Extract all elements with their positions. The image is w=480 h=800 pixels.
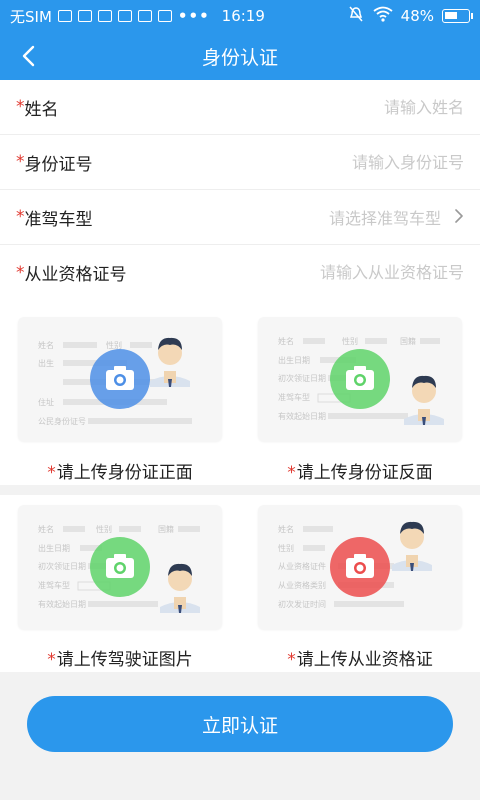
- card-field-text: 从业资格类别: [278, 580, 326, 590]
- card-field-text: 住址: [38, 397, 54, 407]
- status-right: 48%: [347, 6, 473, 26]
- id-number-row: * 身份证号: [0, 135, 480, 190]
- chevron-right-icon: [455, 208, 464, 227]
- upload-row-1: 姓名 性别 出生 住址 公民身份证号 *请上传身份证正面 姓名 性别 国籍 出生…: [0, 300, 480, 485]
- submit-verification-button[interactable]: 立即认证: [27, 696, 453, 752]
- camera-icon: [90, 537, 150, 597]
- camera-icon: [90, 349, 150, 409]
- id-number-label: 身份证号: [24, 154, 93, 175]
- required-mark: *: [16, 152, 25, 172]
- card-field-text: 国籍: [158, 524, 174, 534]
- required-mark: *: [287, 650, 296, 670]
- name-input[interactable]: [244, 97, 464, 117]
- id-front-label: *请上传身份证正面: [0, 458, 240, 483]
- app-icon: [137, 10, 152, 22]
- id-front-text: 请上传身份证正面: [56, 463, 193, 483]
- id-back-card[interactable]: 姓名 性别 国籍 出生日期 初次领证日期 准驾车型 有效起始日期: [258, 317, 462, 441]
- id-front-card[interactable]: 姓名 性别 出生 住址 公民身份证号: [18, 317, 222, 441]
- card-field-text: 准驾车型: [38, 580, 70, 590]
- person-avatar: [404, 375, 444, 425]
- usb-icon: [57, 10, 72, 22]
- page-title: 身份认证: [201, 46, 278, 69]
- vehicle-class-row[interactable]: * 准驾车型 请选择准驾车型: [0, 190, 480, 245]
- card-field-text: 姓名: [38, 340, 54, 350]
- card-field-text: 出生日期: [38, 543, 70, 553]
- required-mark: *: [16, 262, 25, 283]
- qualification-illustration: 姓名 性别 从业资格证件 从业资格类别 初次发证时间: [278, 521, 432, 609]
- upload-row-2: 姓名 性别 国籍 出生日期 初次领证日期 准驾车型 有效起始日期 *请上传驾驶证…: [0, 495, 480, 672]
- status-left: 无SIM ••• 16:19: [10, 6, 265, 27]
- id-front-illustration: 姓名 性别 出生 住址 公民身份证号: [38, 337, 192, 426]
- person-avatar: [160, 563, 200, 613]
- qualification-upload[interactable]: 姓名 性别 从业资格证件 从业资格类别 初次发证时间 *请上传从业资格证: [240, 495, 480, 672]
- name-row: * 姓名: [0, 80, 480, 135]
- card-field-text: 准驾车型: [278, 392, 310, 402]
- card-field-text: 出生日期: [278, 355, 310, 365]
- carrier-label: 无SIM: [10, 7, 52, 26]
- card-field-text: 性别: [342, 336, 358, 346]
- id-back-label: *请上传身份证反面: [240, 458, 480, 483]
- message-icon: [117, 10, 132, 22]
- id-number-input[interactable]: [244, 152, 464, 172]
- required-mark: *: [16, 97, 25, 117]
- more-notifications-icon: •••: [177, 7, 210, 25]
- id-front-upload[interactable]: 姓名 性别 出生 住址 公民身份证号 *请上传身份证正面: [0, 300, 240, 485]
- qualification-label: *请上传从业资格证: [240, 645, 480, 670]
- card-field-text: 初次领证日期: [278, 373, 326, 383]
- id-back-illustration: 姓名 性别 国籍 出生日期 初次领证日期 准驾车型 有效起始日期: [278, 336, 444, 425]
- required-mark: *: [287, 463, 296, 483]
- card-field-text: 从业资格证件: [278, 561, 326, 571]
- driving-license-upload[interactable]: 姓名 性别 国籍 出生日期 初次领证日期 准驾车型 有效起始日期 *请上传驾驶证…: [0, 495, 240, 672]
- vehicle-class-select[interactable]: 请选择准驾车型: [329, 205, 464, 229]
- mail-icon: [97, 10, 112, 22]
- action-area: 立即认证: [0, 672, 480, 800]
- camera-icon: [330, 349, 390, 409]
- qualification-text: 请上传从业资格证: [296, 650, 433, 670]
- card-field-text: 公民身份证号: [38, 416, 86, 426]
- card-field-text: 有效起始日期: [278, 411, 326, 421]
- required-mark: *: [47, 463, 56, 483]
- wifi-icon: [373, 6, 393, 26]
- person-avatar: [392, 521, 432, 571]
- battery-icon: [442, 9, 473, 23]
- mute-icon: [347, 6, 365, 26]
- identity-form: * 姓名 * 身份证号 * 准驾车型 请选择准驾车型 * 从业资格证号: [0, 80, 480, 300]
- card-field-text: 出生: [38, 358, 54, 368]
- card-field-text: 姓名: [278, 524, 294, 534]
- notification-icon: [77, 10, 92, 22]
- vehicle-class-label: 准驾车型: [24, 209, 93, 230]
- qualification-number-row: * 从业资格证号: [0, 245, 480, 300]
- person-avatar: [150, 337, 190, 387]
- required-mark: *: [16, 207, 25, 227]
- nav-bar: 身份认证: [0, 32, 480, 80]
- id-back-text: 请上传身份证反面: [296, 463, 433, 483]
- id-back-upload[interactable]: 姓名 性别 国籍 出生日期 初次领证日期 准驾车型 有效起始日期 *请上传身份证…: [240, 300, 480, 485]
- card-field-text: 初次发证时间: [278, 599, 326, 609]
- gallery-icon: [157, 10, 172, 22]
- driving-license-label: *请上传驾驶证图片: [0, 645, 240, 670]
- qualification-number-input[interactable]: [264, 263, 464, 282]
- card-field-text: 有效起始日期: [38, 599, 86, 609]
- driving-license-card[interactable]: 姓名 性别 国籍 出生日期 初次领证日期 准驾车型 有效起始日期: [18, 505, 222, 629]
- clock: 16:19: [221, 7, 265, 25]
- driving-license-text: 请上传驾驶证图片: [56, 650, 193, 670]
- battery-percent: 48%: [400, 7, 434, 25]
- card-field-text: 性别: [106, 340, 122, 350]
- card-field-text: 姓名: [278, 336, 294, 346]
- card-field-text: 国籍: [400, 336, 416, 346]
- qualification-number-label: 从业资格证号: [24, 265, 127, 285]
- card-field-text: 姓名: [38, 524, 54, 534]
- back-icon[interactable]: [12, 40, 44, 72]
- camera-icon: [330, 537, 390, 597]
- name-label: 姓名: [24, 99, 59, 120]
- qualification-card[interactable]: 姓名 性别 从业资格证件 从业资格类别 初次发证时间: [258, 505, 462, 629]
- driving-license-illustration: 姓名 性别 国籍 出生日期 初次领证日期 准驾车型 有效起始日期: [38, 524, 200, 613]
- upload-section: 姓名 性别 出生 住址 公民身份证号 *请上传身份证正面 姓名 性别 国籍 出生…: [0, 300, 480, 672]
- required-mark: *: [47, 650, 56, 670]
- card-field-text: 性别: [96, 524, 112, 534]
- card-field-text: 性别: [278, 543, 294, 553]
- card-field-text: 初次领证日期: [38, 561, 86, 571]
- vehicle-class-placeholder: 请选择准驾车型: [328, 209, 441, 228]
- status-bar: 无SIM ••• 16:19 48%: [0, 0, 480, 32]
